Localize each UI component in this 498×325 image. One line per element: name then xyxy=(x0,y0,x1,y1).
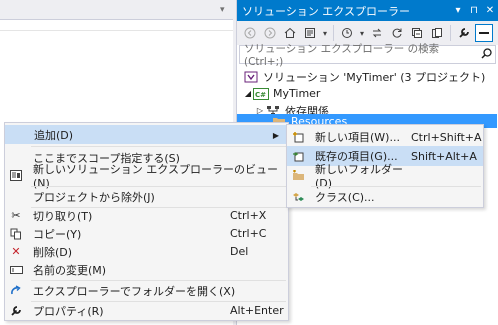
home-icon[interactable] xyxy=(281,24,299,42)
forward-icon[interactable] xyxy=(261,24,279,42)
wrench-icon xyxy=(5,301,27,320)
submenu-item-new-folder[interactable]: 新しいフォルダー(D) xyxy=(287,163,483,190)
existing-item-icon xyxy=(287,150,309,162)
search-placeholder: ソリューション エクスプローラー の検索 (Ctrl+;) xyxy=(244,43,440,68)
menu-label: エクスプローラーでフォルダーを開く(X) xyxy=(33,284,236,298)
menu-item-cut[interactable]: ✂ 切り取り(T) Ctrl+X xyxy=(5,206,288,225)
back-icon[interactable] xyxy=(241,24,259,42)
solution-explorer-search[interactable]: ソリューション エクスプローラー の検索 (Ctrl+;) xyxy=(239,43,496,68)
menu-label: 削除(D) xyxy=(33,245,73,259)
editor-tab-bar: ▾ xyxy=(0,0,233,20)
menu-item-properties[interactable]: プロパティ(R) Alt+Enter xyxy=(5,301,288,320)
new-folder-icon xyxy=(287,169,309,181)
close-icon[interactable]: ✕ xyxy=(482,5,498,16)
menu-item-delete[interactable]: ✕ 削除(D) Del xyxy=(5,242,288,261)
menu-label: 追加(D) xyxy=(34,128,74,142)
tree-item-solution[interactable]: ソリューション 'MyTimer' (3 プロジェクト) xyxy=(237,68,497,85)
add-submenu: 新しい項目(W)... Ctrl+Shift+A 既存の項目(G)... Shi… xyxy=(286,124,484,208)
new-view-icon xyxy=(5,166,27,185)
tree-label: ソリューション 'MyTimer' (3 プロジェクト) xyxy=(263,70,486,84)
pending-changes-icon[interactable] xyxy=(338,24,356,42)
window-menu-icon[interactable]: ▾ xyxy=(450,5,466,16)
properties-wrench-icon[interactable] xyxy=(455,24,473,42)
menu-label: プロパティ(R) xyxy=(33,304,104,318)
submenu-item-new-item[interactable]: 新しい項目(W)... Ctrl+Shift+A xyxy=(287,127,483,147)
toolbar-separator xyxy=(333,25,334,41)
menu-shortcut: Ctrl+C xyxy=(230,227,267,240)
toolbar-separator xyxy=(450,25,451,41)
svg-text:C#: C# xyxy=(255,91,266,99)
preview-selected-icon[interactable] xyxy=(475,24,493,42)
view-dropdown-icon[interactable]: ▾ xyxy=(321,24,329,42)
submenu-item-class[interactable]: クラス(C)... xyxy=(287,187,483,207)
search-icon[interactable] xyxy=(477,47,495,62)
solution-explorer-title-bar: ソリューション エクスプローラー ▾ ⊓ ✕ xyxy=(237,0,498,21)
tab-dropdown-icon[interactable]: ▾ xyxy=(220,5,225,15)
context-menu: 追加(D) ▶ ここまでスコープ指定する(S) 新しいソリューション エクスプロ… xyxy=(4,122,289,321)
menu-item-rename[interactable]: 名前の変更(M) xyxy=(5,260,288,279)
menu-shortcut: Shift+Alt+A xyxy=(411,149,477,163)
blank-icon xyxy=(5,148,27,167)
menu-label: 新しい項目(W)... xyxy=(315,131,400,144)
sync-icon[interactable] xyxy=(368,24,386,42)
menu-label: 名前の変更(M) xyxy=(33,263,107,277)
menu-label: コピー(Y) xyxy=(33,227,82,241)
solution-icon xyxy=(243,70,259,84)
csharp-project-icon: C# xyxy=(253,87,269,101)
menu-label: プロジェクトから除外(J) xyxy=(33,190,155,204)
pin-icon[interactable]: ⊓ xyxy=(466,5,482,16)
blank-icon xyxy=(6,125,28,144)
refresh-icon[interactable] xyxy=(388,24,406,42)
menu-shortcut: Del xyxy=(230,245,249,258)
show-all-files-icon[interactable] xyxy=(428,24,446,42)
blank-icon xyxy=(5,187,27,206)
pending-dropdown-icon[interactable]: ▾ xyxy=(358,24,366,42)
menu-separator xyxy=(31,146,286,147)
menu-item-exclude[interactable]: プロジェクトから除外(J) xyxy=(5,187,288,206)
scissors-icon: ✂ xyxy=(11,209,21,222)
editor-divider xyxy=(0,30,233,31)
menu-label: 切り取り(T) xyxy=(33,209,93,223)
menu-shortcut: Ctrl+X xyxy=(230,209,267,222)
copy-icon xyxy=(5,224,27,243)
menu-item-copy[interactable]: コピー(Y) Ctrl+C xyxy=(5,224,288,243)
open-folder-arrow-icon xyxy=(5,281,27,300)
menu-item-open-folder[interactable]: エクスプローラーでフォルダーを開く(X) xyxy=(5,281,288,300)
menu-shortcut: Ctrl+Shift+A xyxy=(411,130,482,144)
collapse-all-icon[interactable] xyxy=(408,24,426,42)
menu-item-add[interactable]: 追加(D) ▶ xyxy=(5,125,288,144)
menu-shortcut: Alt+Enter xyxy=(230,304,284,317)
switch-view-icon[interactable] xyxy=(301,24,319,42)
delete-x-icon: ✕ xyxy=(11,245,21,258)
menu-label: クラス(C)... xyxy=(315,191,375,204)
submenu-arrow-icon: ▶ xyxy=(272,131,279,140)
solution-explorer-title: ソリューション エクスプローラー xyxy=(242,4,410,18)
rename-icon xyxy=(5,260,27,279)
new-item-icon xyxy=(287,131,309,143)
class-icon xyxy=(287,192,309,203)
tree-item-project[interactable]: ◢ C# MyTimer xyxy=(237,85,497,102)
collapse-arrow-icon[interactable]: ◢ xyxy=(243,89,253,98)
tree-label: MyTimer xyxy=(273,87,321,100)
menu-item-new-view[interactable]: 新しいソリューション エクスプローラーのビュー(N) xyxy=(5,163,288,190)
